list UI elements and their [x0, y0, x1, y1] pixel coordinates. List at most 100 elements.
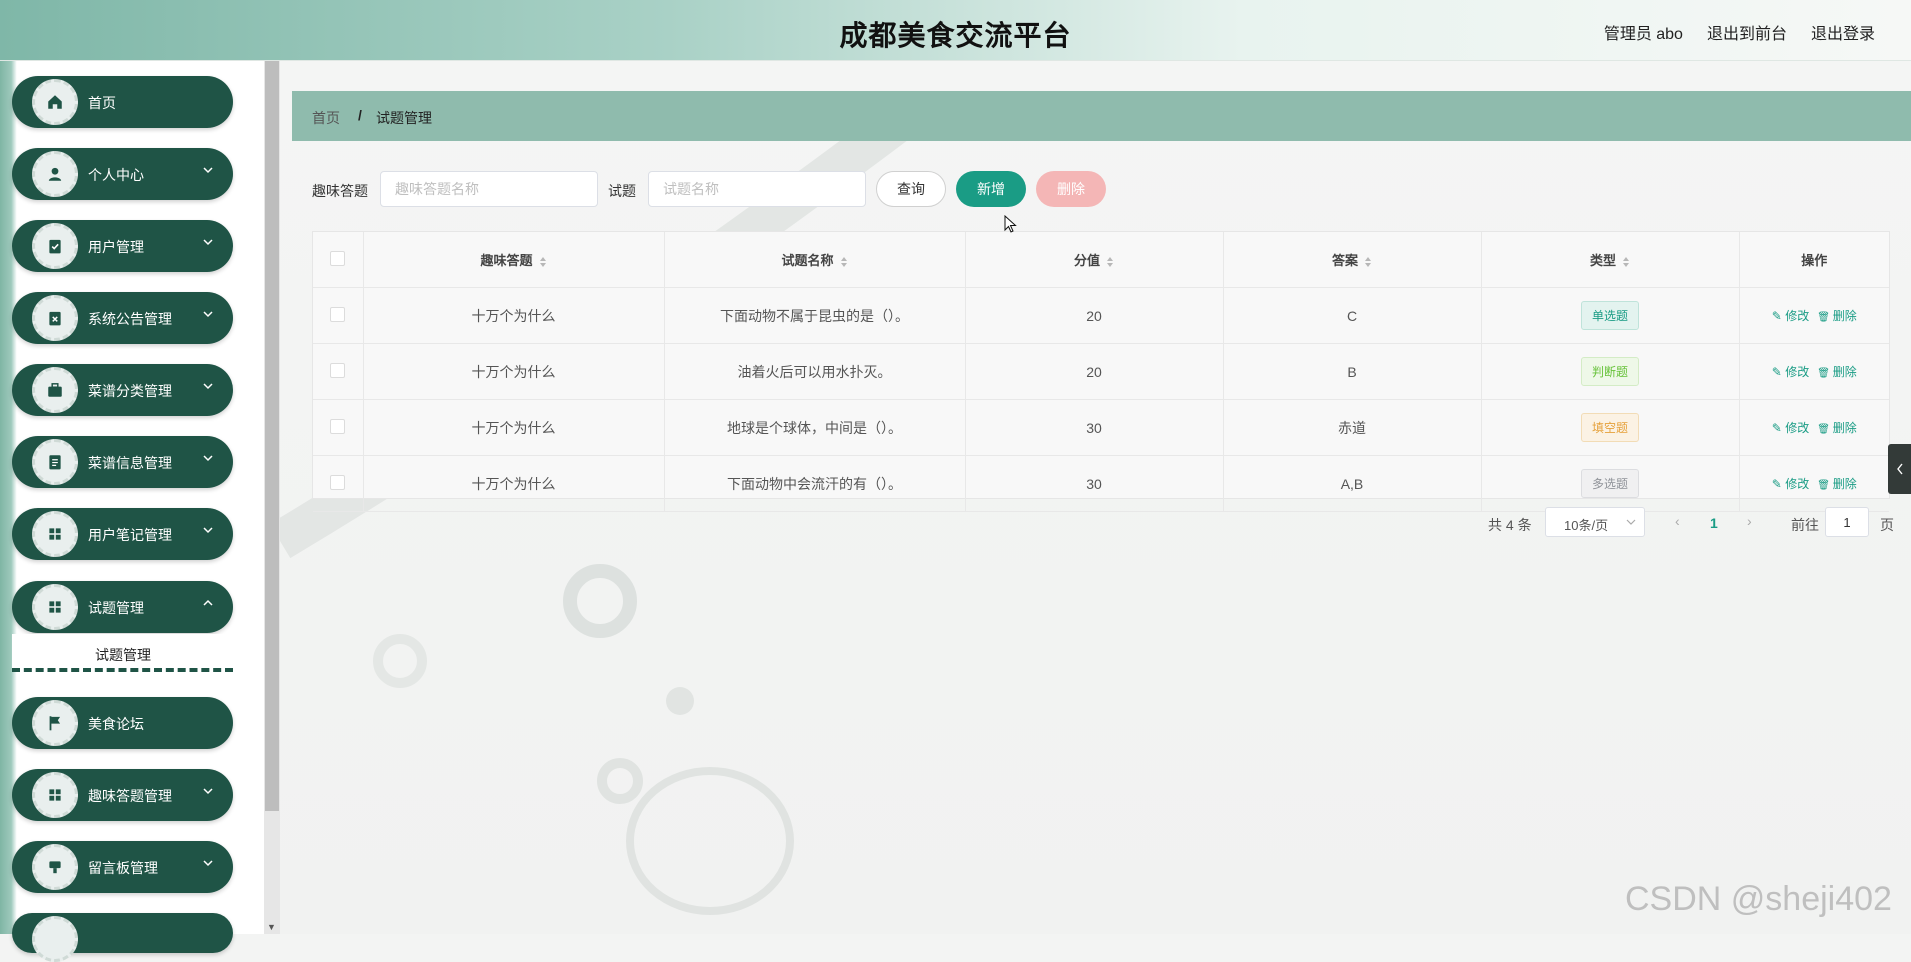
watermark-text: CSDN @sheji402	[1625, 880, 1892, 918]
page-number-1[interactable]: 1	[1710, 515, 1718, 531]
sidebar-item-food-forum[interactable]: 美食论坛	[12, 697, 233, 749]
answer-cell: 赤道	[1223, 399, 1482, 456]
chevron-up-icon	[203, 599, 213, 606]
sidebar-item-label: 趣味答题管理	[88, 788, 172, 804]
type-cell: 多选题	[1481, 455, 1740, 512]
row-select-cell[interactable]	[313, 287, 364, 344]
column-header-quiz[interactable]: 趣味答题	[363, 232, 665, 288]
delete-button[interactable]: 🗑 删除	[1817, 477, 1857, 491]
row-select-cell[interactable]	[313, 455, 364, 512]
sidebar-item-user-notes-management[interactable]: 用户笔记管理	[12, 508, 233, 560]
row-checkbox[interactable]	[330, 418, 346, 434]
edit-button[interactable]: ✎ 修改	[1772, 477, 1809, 491]
edit-label: 修改	[1785, 477, 1810, 491]
mouse-cursor-icon	[1004, 215, 1017, 233]
back-to-front-link[interactable]: 退出到前台	[1707, 20, 1787, 44]
select-all-cell[interactable]	[313, 232, 364, 288]
next-page-button[interactable]: ›	[1747, 513, 1752, 529]
logout-link[interactable]: 退出登录	[1811, 20, 1875, 44]
answer-cell: C	[1223, 287, 1482, 344]
goto-page-input[interactable]	[1825, 507, 1869, 537]
row-checkbox[interactable]	[330, 474, 346, 490]
sidebar-item-personal-center[interactable]: 个人中心	[12, 148, 233, 200]
question-name-input[interactable]	[648, 171, 866, 207]
admin-user-label[interactable]: 管理员 abo	[1604, 20, 1683, 44]
page-size-value: 10条/页	[1564, 518, 1609, 533]
side-collapse-tab[interactable]	[1888, 444, 1911, 494]
trash-icon: 🗑	[1817, 368, 1833, 379]
delete-label: 删除	[1832, 421, 1857, 435]
type-cell: 判断题	[1481, 343, 1740, 400]
trash-icon: 🗑	[1817, 312, 1833, 323]
delete-label: 删除	[1832, 309, 1857, 323]
column-header-type[interactable]: 类型	[1481, 232, 1740, 288]
column-header-score[interactable]: 分值	[965, 232, 1224, 288]
sidebar-item-label: 留言板管理	[88, 860, 158, 876]
sort-icon[interactable]	[1106, 256, 1114, 268]
question-name-cell: 地球是个球体，中间是（）。	[664, 399, 966, 456]
header-links: 管理员 abo 退出到前台 退出登录	[1604, 20, 1875, 44]
row-select-cell[interactable]	[313, 399, 364, 456]
page-size-select[interactable]: 10条/页	[1545, 507, 1645, 537]
type-tag: 判断题	[1580, 357, 1639, 386]
delete-button[interactable]: 🗑 删除	[1817, 365, 1857, 379]
sidebar-item-question-management[interactable]: 试题管理	[12, 581, 233, 633]
breadcrumb: 首页 / 试题管理	[292, 91, 1911, 141]
main-content: 首页 / 试题管理 趣味答题 试题 查询 新增 删除 趣味答题 试题名称 分值 …	[280, 61, 1911, 934]
answer-cell: A,B	[1223, 455, 1482, 512]
delete-button[interactable]: 🗑 删除	[1817, 421, 1857, 435]
add-button[interactable]: 新增	[956, 171, 1026, 207]
goto-label: 前往	[1791, 517, 1819, 533]
chevron-down-icon	[203, 239, 213, 246]
sidebar-item-user-management[interactable]: 用户管理	[12, 220, 233, 272]
type-tag: 单选题	[1580, 301, 1639, 330]
sort-icon[interactable]	[1622, 256, 1630, 268]
scroll-down-arrow[interactable]: ▼	[267, 922, 276, 932]
table-row: 十万个为什么 下面动物中会流汗的有（）。 30 A,B 多选题 ✎ 修改 🗑 删除	[313, 455, 1889, 512]
trash-icon: 🗑	[1817, 480, 1833, 491]
delete-button[interactable]: 🗑 删除	[1817, 309, 1857, 323]
edit-label: 修改	[1785, 421, 1810, 435]
scrollbar-thumb[interactable]	[265, 61, 279, 811]
edit-button[interactable]: ✎ 修改	[1772, 421, 1809, 435]
edit-button[interactable]: ✎ 修改	[1772, 365, 1809, 379]
query-button[interactable]: 查询	[876, 171, 946, 207]
page-suffix-label: 页	[1880, 517, 1894, 533]
sidebar-scrollbar[interactable]: ▼	[264, 61, 280, 934]
submenu-item-question-management[interactable]: 试题管理	[12, 634, 233, 672]
sort-icon[interactable]	[1364, 256, 1372, 268]
batch-delete-button[interactable]: 删除	[1036, 171, 1106, 207]
chevron-down-icon	[203, 860, 213, 867]
edit-icon: ✎	[1771, 365, 1786, 379]
sort-icon[interactable]	[840, 256, 848, 268]
column-header-question-name[interactable]: 试题名称	[664, 232, 966, 288]
edit-button[interactable]: ✎ 修改	[1772, 309, 1809, 323]
column-header-answer[interactable]: 答案	[1223, 232, 1482, 288]
chevron-down-icon	[203, 383, 213, 390]
sidebar-item-home[interactable]: 首页	[12, 76, 233, 128]
question-name-cell: 下面动物中会流汗的有（）。	[664, 455, 966, 512]
chevron-down-icon	[203, 455, 213, 462]
sidebar-item-message-board-management[interactable]: 留言板管理	[12, 841, 233, 893]
sidebar-item-announcement-management[interactable]: 系统公告管理	[12, 292, 233, 344]
sort-icon[interactable]	[539, 256, 547, 268]
type-tag: 多选题	[1580, 469, 1639, 498]
question-name-cell: 下面动物不属于昆虫的是（）。	[664, 287, 966, 344]
quiz-name-input[interactable]	[380, 171, 598, 207]
sidebar-item-fun-quiz-management[interactable]: 趣味答题管理	[12, 769, 233, 821]
select-all-checkbox[interactable]	[330, 250, 346, 266]
grid-icon	[32, 584, 78, 630]
row-checkbox[interactable]	[330, 362, 346, 378]
row-select-cell[interactable]	[313, 343, 364, 400]
message-icon	[32, 844, 78, 890]
quiz-name-cell: 十万个为什么	[363, 287, 665, 344]
sidebar-item-recipe-category-management[interactable]: 菜谱分类管理	[12, 364, 233, 416]
row-checkbox[interactable]	[330, 306, 346, 322]
prev-page-button[interactable]: ‹	[1675, 513, 1680, 529]
breadcrumb-home-link[interactable]: 首页	[312, 108, 340, 128]
sidebar-item-partial[interactable]	[12, 913, 233, 962]
sidebar-item-recipe-info-management[interactable]: 菜谱信息管理	[12, 436, 233, 488]
actions-cell: ✎ 修改 🗑 删除	[1739, 287, 1889, 344]
clipboard-check-icon	[32, 223, 78, 269]
score-cell: 20	[965, 343, 1224, 400]
